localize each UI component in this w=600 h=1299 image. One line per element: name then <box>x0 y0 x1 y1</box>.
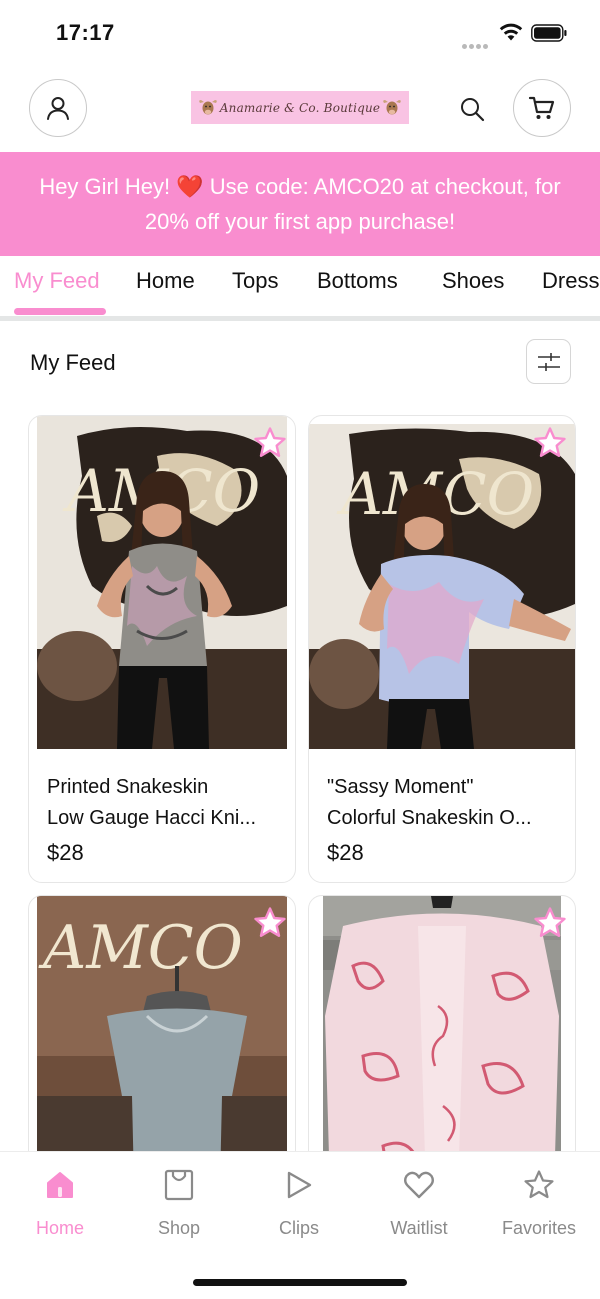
nav-home-label: Home <box>35 1218 84 1238</box>
shopping-bag-icon <box>162 1168 196 1202</box>
search-icon <box>461 98 485 122</box>
tab-dresses[interactable]: Dress <box>542 268 599 294</box>
tab-tops[interactable]: Tops <box>232 268 278 294</box>
section-title: My Feed <box>30 350 116 375</box>
play-icon <box>282 1168 316 1202</box>
product-price: $28 <box>327 840 364 865</box>
nav-waitlist-label: Waitlist <box>390 1218 448 1238</box>
nav-favorites-label: Favorites <box>501 1218 577 1238</box>
active-tab-indicator <box>14 308 106 315</box>
promo-banner[interactable]: Hey Girl Hey! ❤️ Use code: AMCO20 at che… <box>0 152 600 256</box>
star-icon <box>522 1168 556 1202</box>
heart-icon <box>402 1168 436 1202</box>
svg-text:AMCO: AMCO <box>38 913 243 983</box>
app-screen: 17:17 Anamarie & Co. Boutique Hey Girl H… <box>0 0 600 1299</box>
nav-shop-label: Shop <box>157 1218 201 1238</box>
search-button[interactable] <box>456 93 488 125</box>
filter-sliders-icon <box>537 352 560 371</box>
tab-bottoms[interactable]: Bottoms <box>317 268 398 294</box>
nav-waitlist[interactable]: Waitlist <box>359 1168 479 1239</box>
home-icon <box>43 1168 77 1202</box>
brand-logo[interactable]: Anamarie & Co. Boutique <box>191 91 409 124</box>
product-name-line-1: "Sassy Moment" <box>327 776 474 798</box>
status-bar: 17:17 <box>0 0 600 66</box>
favorite-star-icon[interactable] <box>253 906 287 940</box>
logo-text: Anamarie & Co. Boutique <box>219 100 381 115</box>
tab-my-feed[interactable]: My Feed <box>14 268 100 294</box>
user-icon <box>47 97 69 120</box>
product-name-line-2: Low Gauge Hacci Kni... <box>47 807 256 829</box>
tab-shoes[interactable]: Shoes <box>442 268 504 294</box>
bottom-nav: Home Shop Clips Waitlist Favorites <box>0 1151 600 1299</box>
product-image[interactable]: AMCO <box>309 424 575 749</box>
cellular-signal-icon <box>462 36 490 49</box>
promo-line-2: 20% off your first app purchase! <box>144 209 456 234</box>
category-tabs: My Feed Home Tops Bottoms Shoes Dress <box>0 256 600 322</box>
nav-clips-label: Clips <box>278 1218 319 1238</box>
wifi-icon <box>499 23 523 41</box>
favorite-star-icon[interactable] <box>253 426 287 460</box>
nav-shop[interactable]: Shop <box>119 1168 239 1239</box>
filter-button[interactable] <box>526 339 571 384</box>
product-card[interactable]: AMCO "Sassy Moment" Colorful Snakeskin O… <box>308 415 576 883</box>
cow-logo-icon <box>199 100 217 115</box>
favorite-star-icon[interactable] <box>533 426 567 460</box>
product-name-line-1: Printed Snakeskin <box>47 776 209 798</box>
cart-button[interactable] <box>513 79 571 137</box>
nav-clips[interactable]: Clips <box>239 1168 359 1239</box>
product-image[interactable]: AMCO <box>37 416 287 749</box>
product-card[interactable]: AMCO Printed Snakeskin Low Gauge Hacci K… <box>28 415 296 883</box>
product-name[interactable]: Printed Snakeskin Low Gauge Hacci Kni... <box>47 772 282 834</box>
status-time: 17:17 <box>56 20 115 45</box>
tabs-divider <box>0 316 600 321</box>
promo-text: Hey Girl Hey! ❤️ Use code: AMCO20 at che… <box>39 169 560 239</box>
battery-icon <box>531 24 567 42</box>
cow-logo-icon <box>383 100 401 115</box>
nav-home[interactable]: Home <box>0 1168 120 1239</box>
product-name-line-2: Colorful Snakeskin O... <box>327 807 532 829</box>
product-price: $28 <box>47 840 84 865</box>
favorite-star-icon[interactable] <box>533 906 567 940</box>
home-indicator[interactable] <box>193 1279 407 1286</box>
promo-line-1: Hey Girl Hey! ❤️ Use code: AMCO20 at che… <box>39 174 561 199</box>
product-name[interactable]: "Sassy Moment" Colorful Snakeskin O... <box>327 772 562 834</box>
account-button[interactable] <box>29 79 87 137</box>
cart-icon <box>528 96 555 119</box>
tab-home[interactable]: Home <box>136 268 195 294</box>
nav-favorites[interactable]: Favorites <box>479 1168 599 1239</box>
app-header: Anamarie & Co. Boutique <box>0 66 600 152</box>
